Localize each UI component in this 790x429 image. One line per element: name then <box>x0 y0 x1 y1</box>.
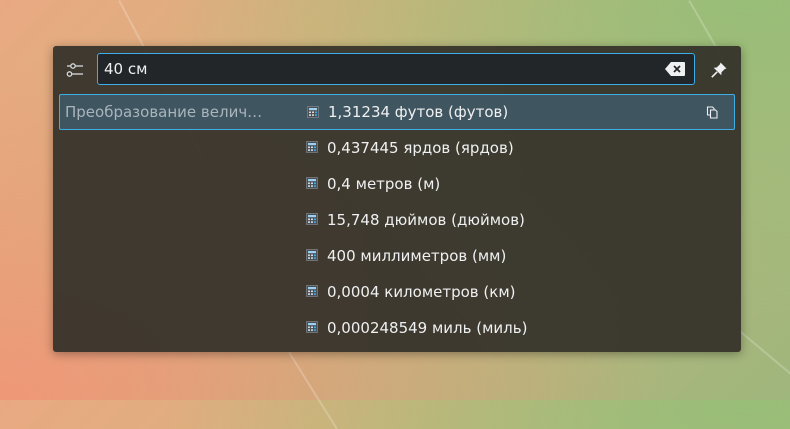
krunner-panel: Преобразование велич… 1,31234 футов (фут… <box>53 46 741 352</box>
result-row[interactable]: 0,0004 километров (км) <box>59 274 735 310</box>
result-label: 1,31234 футов (футов) <box>328 103 509 121</box>
result-category: Преобразование велич… <box>65 103 263 121</box>
result-label: 0,437445 ярдов (ярдов) <box>327 139 514 157</box>
result-label: 0,0004 километров (км) <box>327 283 516 301</box>
wallpaper-line <box>288 352 338 429</box>
result-row[interactable]: 0,000248549 миль (миль) <box>59 310 735 346</box>
edit-clear-icon <box>665 62 685 76</box>
result-label: 0,4 метров (м) <box>327 175 441 193</box>
calculator-icon <box>306 321 318 333</box>
wallpaper-line <box>738 330 790 383</box>
pin-button[interactable] <box>705 56 733 84</box>
configure-button[interactable] <box>61 56 89 84</box>
clear-search-button[interactable] <box>662 56 688 82</box>
calculator-icon <box>306 141 318 153</box>
results-list: Преобразование велич… 1,31234 футов (фут… <box>59 94 735 346</box>
copy-button[interactable] <box>704 104 720 120</box>
result-row[interactable]: Преобразование велич… 1,31234 футов (фут… <box>59 94 735 130</box>
search-input[interactable] <box>98 55 662 83</box>
calculator-icon <box>306 285 318 297</box>
result-row[interactable]: 0,4 метров (м) <box>59 166 735 202</box>
calculator-icon <box>306 177 318 189</box>
result-row[interactable]: 0,437445 ярдов (ярдов) <box>59 130 735 166</box>
configure-icon <box>66 63 83 77</box>
calculator-icon <box>306 249 318 261</box>
calculator-icon <box>306 213 318 225</box>
result-label: 15,748 дюймов (дюймов) <box>327 211 525 229</box>
result-label: 400 миллиметров (мм) <box>327 247 507 265</box>
result-row[interactable]: 400 миллиметров (мм) <box>59 238 735 274</box>
pin-icon <box>711 62 727 78</box>
calculator-icon <box>307 106 319 118</box>
copy-icon <box>706 105 718 119</box>
result-row[interactable]: 15,748 дюймов (дюймов) <box>59 202 735 238</box>
result-label: 0,000248549 миль (миль) <box>327 319 528 337</box>
search-box <box>97 53 695 85</box>
